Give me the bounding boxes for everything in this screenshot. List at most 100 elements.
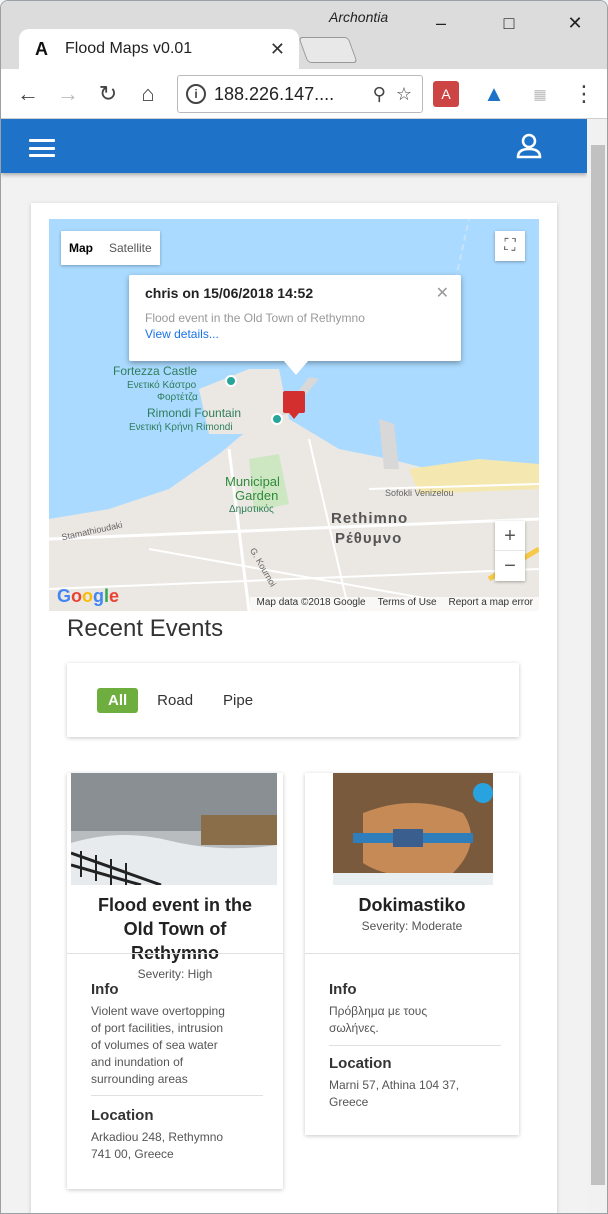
- extension-icon[interactable]: ▦: [525, 79, 555, 109]
- event-card[interactable]: Dokimastiko Severity: Moderate Info Πρόβ…: [305, 773, 519, 1135]
- event-info-label: Info: [329, 981, 357, 998]
- divider: [67, 953, 283, 954]
- zoom-in-button[interactable]: +: [495, 521, 525, 551]
- event-severity: Severity: High: [137, 967, 213, 981]
- address-bar[interactable]: i 188.226.147.... ⚲ ☆: [177, 75, 423, 113]
- browser-tab[interactable]: A Flood Maps v0.01 ✕: [19, 29, 299, 69]
- event-filter-bar: All Road Pipe: [67, 663, 519, 737]
- map-label-city-gr: Ρέθυμνο: [335, 530, 403, 547]
- pdf-extension-icon[interactable]: A: [433, 81, 459, 107]
- map-type-map-button[interactable]: Map: [61, 231, 101, 265]
- filter-pipe-chip[interactable]: Pipe: [212, 688, 264, 713]
- page-content: Map Satellite ⛶ Fortezza Castle Ενετικό …: [1, 119, 587, 1213]
- main-card: Map Satellite ⛶ Fortezza Castle Ενετικό …: [31, 203, 557, 1213]
- event-info-label: Info: [91, 981, 119, 998]
- event-marker-icon[interactable]: [283, 391, 305, 419]
- fortezza-poi-icon[interactable]: [225, 375, 237, 387]
- view-details-link[interactable]: View details...: [145, 327, 445, 341]
- menu-dots-icon[interactable]: ⋮: [569, 79, 599, 109]
- event-title-line: Dokimastiko: [358, 895, 466, 915]
- zoom-control: + −: [495, 521, 525, 581]
- info-line: and inundation of: [91, 1055, 184, 1069]
- tab-title: Flood Maps v0.01: [65, 40, 193, 57]
- terms-of-use-link[interactable]: Terms of Use: [372, 597, 443, 611]
- info-line: σωλήνες.: [329, 1021, 379, 1035]
- event-photo-waves[interactable]: [71, 773, 277, 885]
- event-location-label: Location: [91, 1107, 154, 1124]
- minimize-icon[interactable]: –: [425, 9, 457, 37]
- back-icon[interactable]: ←: [13, 79, 43, 109]
- event-photo-pipe[interactable]: [333, 773, 493, 885]
- map-label-street1: Sofokli Venizelou: [385, 488, 454, 498]
- map-info-window: chris on 15/06/2018 14:52 Flood event in…: [129, 275, 461, 375]
- bookmark-star-icon[interactable]: ☆: [396, 84, 412, 105]
- info-window-close-icon[interactable]: ✕: [436, 283, 449, 303]
- graduation-cap-icon[interactable]: ▲: [479, 79, 509, 109]
- info-window-description: Flood event in the Old Town of Rethymno: [145, 311, 365, 325]
- divider: [329, 1045, 501, 1046]
- info-line: surrounding areas: [91, 1072, 188, 1086]
- map-type-control: Map Satellite: [61, 231, 160, 265]
- map-label-fortezza: Fortezza Castle: [113, 364, 198, 378]
- report-map-error-link[interactable]: Report a map error: [443, 597, 539, 611]
- angular-icon: A: [35, 38, 48, 59]
- browser-window: Archontia – □ ✕ A Flood Maps v0.01 ✕ ← →…: [0, 0, 608, 1214]
- map-label-rimondi: Rimondi Fountain: [147, 406, 242, 420]
- rimondi-poi-icon[interactable]: [271, 413, 283, 425]
- event-location-label: Location: [329, 1055, 392, 1072]
- map-label-garden-gr: Δημοτικός: [229, 504, 274, 515]
- url-text[interactable]: 188.226.147....: [214, 84, 373, 105]
- account-icon[interactable]: [515, 133, 543, 159]
- browser-toolbar: ← → ↻ ⌂ i 188.226.147.... ⚲ ☆ A ▲ ▦ ⋮: [1, 69, 607, 119]
- map-attribution: Map data ©2018 Google Terms of Use Repor…: [250, 597, 539, 611]
- page-scrollbar[interactable]: [587, 119, 607, 1213]
- maximize-icon[interactable]: □: [493, 9, 525, 37]
- divider: [305, 953, 519, 954]
- info-line: Violent wave overtopping: [91, 1004, 225, 1018]
- event-card[interactable]: Flood event in the Old Town of Rethymno …: [67, 773, 283, 1189]
- site-info-icon[interactable]: i: [186, 84, 206, 104]
- location-line: Arkadiou 248, Rethymno: [91, 1130, 224, 1144]
- google-logo[interactable]: Google: [57, 586, 119, 607]
- event-info-text: Πρόβλημα με τους σωλήνες.: [329, 1003, 499, 1037]
- info-line: Πρόβλημα με τους: [329, 1004, 428, 1018]
- recent-events-title: Recent Events: [67, 615, 224, 642]
- map-type-satellite-button[interactable]: Satellite: [101, 231, 160, 265]
- map-label-rimondi-gr: Ενετική Κρήνη Rimondi: [129, 422, 233, 433]
- event-location-text: Marni 57, Athina 104 37, Greece: [329, 1077, 499, 1111]
- close-window-icon[interactable]: ✕: [559, 9, 591, 37]
- divider: [91, 1095, 263, 1096]
- home-icon[interactable]: ⌂: [133, 79, 163, 109]
- flood-map[interactable]: Map Satellite ⛶ Fortezza Castle Ενετικό …: [49, 219, 539, 611]
- tab-close-icon[interactable]: ✕: [270, 39, 285, 60]
- event-title[interactable]: Flood event in the Old Town of Rethymno: [67, 893, 283, 965]
- hamburger-menu-icon[interactable]: [29, 139, 55, 157]
- info-line: of port facilities, intrusion: [91, 1021, 224, 1035]
- event-title-line: Old Town of: [123, 919, 227, 939]
- forward-icon[interactable]: →: [53, 79, 83, 109]
- profile-name[interactable]: Archontia: [329, 9, 388, 25]
- filter-all-chip[interactable]: All: [97, 687, 139, 713]
- map-data-text: Map data ©2018 Google: [256, 597, 366, 608]
- map-label-garden1: Municipal: [225, 474, 280, 489]
- tab-strip: Archontia – □ ✕ A Flood Maps v0.01 ✕: [1, 1, 607, 69]
- fullscreen-icon[interactable]: ⛶: [495, 231, 525, 261]
- location-line: Greece: [329, 1095, 369, 1109]
- zoom-out-button[interactable]: −: [495, 551, 525, 581]
- zoom-icon[interactable]: ⚲: [373, 84, 386, 105]
- app-bar: [1, 119, 587, 173]
- filter-road-chip[interactable]: Road: [146, 688, 204, 713]
- reload-icon[interactable]: ↻: [93, 79, 123, 109]
- map-label-garden2: Garden: [235, 488, 279, 503]
- event-severity: Severity: Moderate: [361, 919, 463, 933]
- location-line: 741 00, Greece: [91, 1147, 174, 1161]
- event-title-line: Flood event in the: [97, 895, 252, 915]
- event-location-text: Arkadiou 248, Rethymno 741 00, Greece: [91, 1129, 271, 1163]
- event-title[interactable]: Dokimastiko: [305, 893, 519, 917]
- new-tab-button[interactable]: [298, 37, 358, 63]
- map-label-fortezza-gr2: Φορτέτζα: [157, 392, 198, 403]
- location-line: Marni 57, Athina 104 37,: [329, 1078, 460, 1092]
- info-line: of volumes of sea water: [91, 1038, 218, 1052]
- scroll-thumb[interactable]: [591, 145, 605, 1185]
- event-info-text: Violent wave overtopping of port facilit…: [91, 1003, 271, 1088]
